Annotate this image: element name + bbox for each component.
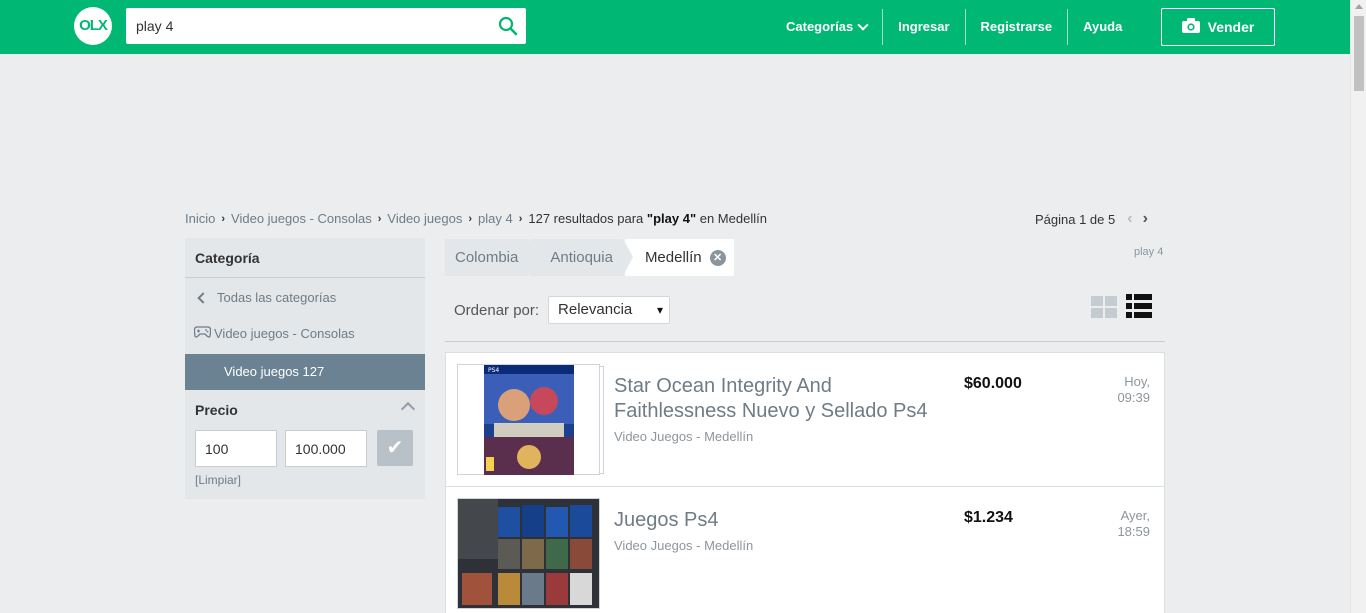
olx-logo[interactable]: OLX — [74, 7, 112, 45]
search-input[interactable] — [126, 8, 486, 44]
results-suffix: en Medellín — [699, 211, 767, 226]
category-title: Categoría — [185, 238, 425, 278]
search-icon[interactable] — [498, 16, 518, 36]
nav-ingresar[interactable]: Ingresar — [883, 9, 964, 45]
listing-category: Video Juegos - Medellín — [614, 538, 754, 553]
breadcrumb-inicio[interactable]: Inicio — [185, 211, 215, 226]
next-page-icon[interactable]: › — [1143, 211, 1148, 227]
listing-item[interactable]: PS4 Star Ocean Integrity And Faithlessne… — [446, 353, 1164, 487]
page-indicator: Página 1 de 5 — [1035, 211, 1116, 227]
list-view-icon[interactable] — [1126, 294, 1152, 318]
location-antioquia[interactable]: Antioquia — [530, 239, 633, 276]
filters-sidebar: Categoría Todas las categorías Video jue… — [185, 238, 425, 499]
listing-time: 18:59 — [1117, 524, 1150, 539]
page-scrollbar[interactable] — [1350, 0, 1366, 613]
main-nav: Categorías Ingresar Registrarse Ayuda — [771, 0, 1137, 54]
listing-category: Video Juegos - Medellín — [614, 429, 754, 444]
nav-categorias-label: Categorías — [786, 19, 854, 34]
category-panel: Categoría Todas las categorías Video jue… — [185, 238, 425, 390]
listing-day: Hoy, — [1124, 374, 1150, 389]
camera-icon — [1181, 18, 1200, 36]
top-navigation-bar: OLX Categorías Ingresar Registrarse Ayud… — [0, 0, 1350, 54]
nav-registrarse[interactable]: Registrarse — [966, 9, 1068, 45]
listing-item[interactable]: Juegos Ps4 Video Juegos - Medellín $1.23… — [446, 487, 1164, 613]
search-tag: play 4 — [1134, 246, 1164, 258]
results-count: 127 resultados para "play 4" en Medellín — [528, 211, 767, 226]
apply-price-button[interactable]: ✔ — [377, 430, 413, 466]
price-panel: Precio ✔ [Limpiar] — [185, 390, 425, 499]
chevron-left-icon — [197, 292, 209, 304]
chevron-right-icon: › — [518, 212, 523, 225]
price-min-input[interactable] — [195, 430, 277, 467]
breadcrumb: Inicio › Video juegos - Consolas › Video… — [185, 211, 767, 226]
listing-price: $1.234 — [964, 509, 1013, 526]
sell-button[interactable]: Vender — [1161, 8, 1275, 46]
thumbnail-stack — [600, 366, 604, 474]
checkmark-icon: ✔ — [386, 437, 404, 459]
all-categories-label: Todas las categorías — [217, 290, 337, 305]
sort-divider — [445, 341, 1165, 342]
remove-location-icon[interactable]: ✕ — [709, 249, 726, 266]
breadcrumb-video-juegos-consolas[interactable]: Video juegos - Consolas — [231, 211, 372, 226]
sort-controls: Ordenar por: Relevancia — [454, 296, 671, 324]
prev-page-icon[interactable]: ‹ — [1127, 211, 1132, 227]
listing-results: PS4 Star Ocean Integrity And Faithlessne… — [445, 352, 1165, 613]
location-medellin: Medellín ✕ — [624, 239, 734, 276]
nav-categorias[interactable]: Categorías — [771, 9, 882, 45]
parent-category-link[interactable]: Video juegos - Consolas — [185, 316, 425, 352]
chevron-right-icon: › — [221, 212, 226, 225]
gamepad-icon — [193, 316, 212, 352]
sell-button-label: Vender — [1207, 19, 1255, 35]
breadcrumb-video-juegos[interactable]: Video juegos — [387, 211, 462, 226]
sort-select[interactable]: Relevancia — [548, 296, 671, 324]
listing-date: Hoy, 09:39 — [1117, 374, 1150, 406]
active-category[interactable]: Video juegos 127 — [185, 354, 425, 390]
grid-cell — [1091, 308, 1103, 318]
scrollbar-thumb[interactable] — [1354, 16, 1364, 91]
clear-price-link[interactable]: [Limpiar] — [195, 473, 241, 487]
all-categories-link[interactable]: Todas las categorías — [185, 280, 425, 316]
listing-thumbnail[interactable]: PS4 — [457, 364, 600, 475]
breadcrumb-play-4[interactable]: play 4 — [478, 211, 513, 226]
chevron-down-icon — [857, 19, 869, 31]
parent-category-label: Video juegos - Consolas — [214, 326, 355, 341]
grid-cell — [1091, 296, 1103, 306]
location-medellin-label: Medellín — [644, 249, 702, 266]
chevron-up-icon[interactable] — [400, 401, 416, 417]
nav-ayuda[interactable]: Ayuda — [1068, 9, 1137, 45]
grid-view-icon[interactable] — [1091, 296, 1117, 318]
svg-text:PS4: PS4 — [488, 367, 499, 374]
location-colombia[interactable]: Colombia — [445, 239, 539, 276]
price-filter-header[interactable]: Precio — [195, 390, 416, 430]
price-range: ✔ — [195, 430, 415, 467]
listing-time: 09:39 — [1117, 390, 1150, 405]
listing-title[interactable]: Juegos Ps4 — [614, 508, 954, 533]
listing-date: Ayer, 18:59 — [1117, 508, 1150, 540]
listing-price: $60.000 — [964, 375, 1022, 392]
listing-day: Ayer, — [1120, 508, 1150, 523]
price-title: Precio — [195, 402, 238, 418]
games-photo-image — [458, 499, 599, 608]
pagination: Página 1 de 5 ‹ › — [1035, 211, 1148, 227]
chevron-right-icon: › — [468, 212, 472, 225]
listing-thumbnail[interactable] — [457, 498, 600, 609]
chevron-right-icon: › — [377, 212, 382, 225]
scroll-up-arrow-icon[interactable] — [1355, 4, 1363, 9]
location-filter: Colombia Antioquia Medellín ✕ — [445, 239, 734, 276]
search-box — [126, 8, 526, 44]
grid-cell — [1105, 308, 1117, 318]
game-cover-image: PS4 — [483, 364, 574, 475]
sort-label: Ordenar por: — [454, 301, 540, 319]
listing-title[interactable]: Star Ocean Integrity And Faithlessness N… — [614, 374, 954, 424]
grid-cell — [1105, 296, 1117, 306]
results-query: "play 4" — [646, 211, 697, 226]
results-prefix: 127 resultados para — [528, 211, 644, 226]
price-max-input[interactable] — [285, 430, 367, 467]
